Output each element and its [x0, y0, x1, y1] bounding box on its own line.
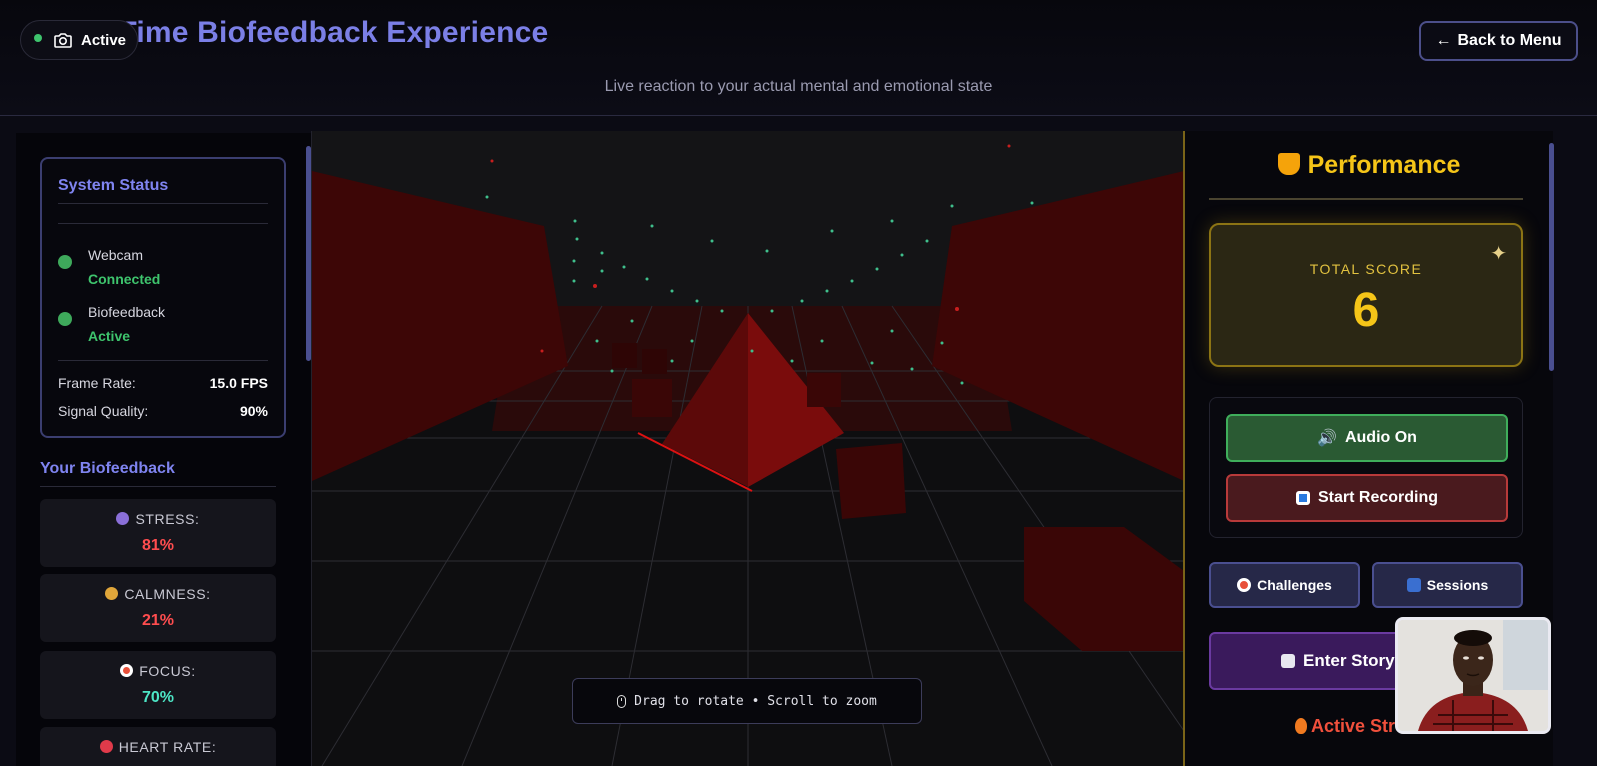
anxious-face-icon	[116, 512, 130, 525]
webcam-feed-image	[1398, 620, 1548, 731]
challenges-button[interactable]: Challenges	[1209, 562, 1360, 608]
signal-quality-value: 90%	[239, 403, 268, 419]
sessions-button[interactable]: Sessions	[1372, 562, 1523, 608]
webcam-value: Connected	[88, 271, 161, 287]
active-streak-label: Active Str	[1311, 716, 1396, 736]
total-score-value: 6	[1352, 284, 1380, 337]
camera-status-label: Active	[81, 31, 127, 49]
right-panel-scrollbar[interactable]	[1549, 143, 1554, 371]
cube	[807, 373, 841, 407]
divider	[1209, 198, 1523, 200]
back-button-label: Back to Menu	[1457, 32, 1562, 49]
focus-card: FOCUS: 70%	[40, 651, 276, 719]
webcam-label: Webcam	[88, 247, 143, 263]
performance-title-text: Performance	[1307, 151, 1461, 179]
stress-value: 81%	[141, 537, 175, 554]
back-to-menu-button[interactable]: ← Back to Menu	[1419, 21, 1578, 61]
target-icon	[120, 664, 134, 677]
controls-box: 🔊 Audio On Start Recording	[1209, 397, 1523, 538]
stress-card: STRESS: 81%	[40, 499, 276, 567]
target-icon	[1237, 578, 1252, 592]
sessions-button-label: Sessions	[1426, 577, 1489, 593]
record-button-label: Start Recording	[1317, 489, 1438, 506]
book-icon	[1281, 654, 1295, 668]
trophy-icon	[1277, 153, 1300, 175]
3d-scene	[312, 131, 1183, 766]
divider	[58, 360, 268, 361]
mouse-icon	[617, 694, 627, 708]
active-streak: Active Str	[1295, 716, 1395, 737]
page-subtitle: Live reaction to your actual mental and …	[604, 78, 993, 95]
biofeedback-label: Biofeedback	[88, 304, 166, 320]
page: Real-Time Biofeedback Experience Live re…	[0, 0, 1597, 766]
arrow-left-icon: ←	[1435, 32, 1452, 49]
heart-icon	[99, 740, 113, 753]
story-button-label: Enter Story	[1303, 651, 1395, 670]
webcam-status-dot	[58, 255, 72, 269]
viewport-hint-text: Drag to rotate • Scroll to zoom	[634, 693, 877, 709]
calmness-label: CALMNESS:	[124, 586, 211, 602]
status-dot	[34, 34, 42, 42]
heart-rate-label: HEART RATE:	[118, 739, 217, 755]
total-score-label: TOTAL SCORE	[1309, 261, 1423, 277]
heart-rate-card: HEART RATE:	[40, 727, 276, 766]
performance-title: Performance	[1185, 151, 1553, 180]
biofeedback-status-dot	[58, 312, 72, 326]
left-panel[interactable]: System Status Webcam Connected Biofeedba…	[16, 133, 316, 766]
camera-status-pill[interactable]: Active	[20, 20, 138, 60]
cube	[836, 443, 906, 519]
webcam-preview[interactable]	[1395, 617, 1551, 734]
frame-rate-value: 15.0 FPS	[209, 375, 268, 391]
cube	[612, 343, 637, 368]
signal-quality-label: Signal Quality:	[58, 403, 149, 419]
record-icon	[1295, 491, 1310, 505]
viewport-hint: Drag to rotate • Scroll to zoom	[572, 678, 922, 724]
bar-chart-icon	[1406, 578, 1421, 592]
relieved-face-icon	[105, 587, 119, 600]
calmness-value: 21%	[141, 612, 175, 629]
stress-label: STRESS:	[135, 511, 200, 527]
divider	[58, 223, 268, 224]
cube	[632, 379, 672, 417]
challenges-button-label: Challenges	[1257, 577, 1332, 593]
header: Real-Time Biofeedback Experience Live re…	[0, 0, 1597, 116]
focus-value: 70%	[141, 689, 175, 706]
total-score-card: ✦ TOTAL SCORE 6	[1209, 223, 1523, 367]
divider	[58, 203, 268, 204]
focus-label: FOCUS:	[139, 663, 196, 679]
biofeedback-title: Your Biofeedback	[40, 460, 175, 477]
divider	[40, 486, 276, 487]
frame-rate-label: Frame Rate:	[58, 375, 136, 391]
calmness-card: CALMNESS: 21%	[40, 574, 276, 642]
start-recording-button[interactable]: Start Recording	[1226, 474, 1508, 522]
fire-icon	[1295, 718, 1307, 734]
biofeedback-value: Active	[88, 328, 131, 344]
audio-toggle-button[interactable]: 🔊 Audio On	[1226, 414, 1508, 462]
audio-button-label: Audio On	[1344, 429, 1417, 446]
cube	[642, 349, 667, 374]
speaker-icon: 🔊	[1317, 430, 1337, 447]
system-status-title: System Status	[58, 177, 169, 194]
3d-viewport[interactable]: Drag to rotate • Scroll to zoom	[311, 131, 1183, 766]
system-status-card: System Status Webcam Connected Biofeedba…	[40, 157, 286, 438]
camera-icon	[54, 33, 72, 48]
